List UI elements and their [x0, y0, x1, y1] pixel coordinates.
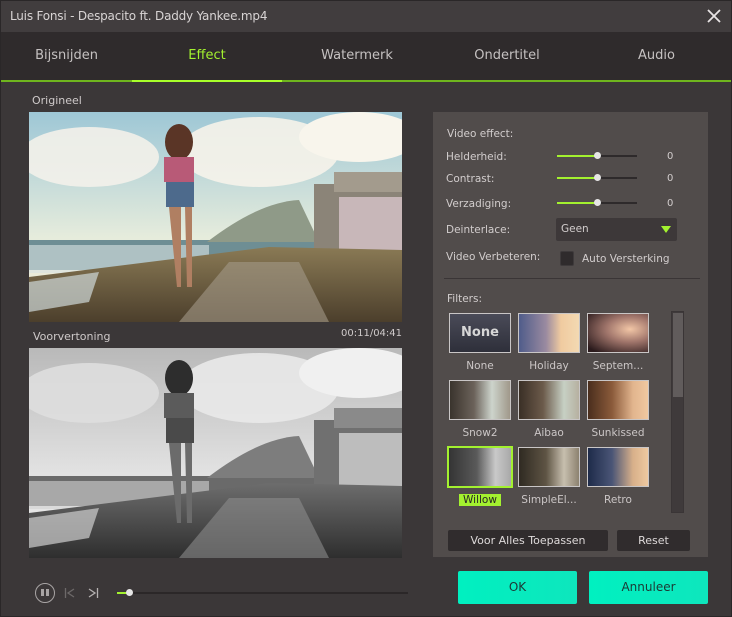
brightness-label: Helderheid:	[446, 151, 507, 163]
filter-september[interactable]	[587, 313, 649, 353]
tab-bar: Bijsnijden Effect Watermerk Ondertitel A…	[1, 32, 731, 82]
filter-none-text: None	[461, 325, 499, 340]
next-frame-icon[interactable]	[87, 586, 99, 600]
tab-watermerk[interactable]: Watermerk	[282, 32, 432, 82]
tab-underline	[1, 80, 731, 82]
title-bar: Luis Fonsi - Despacito ft. Daddy Yankee.…	[1, 1, 731, 32]
active-tab-indicator	[132, 80, 282, 82]
filter-label-selected: Willow	[459, 494, 501, 506]
saturation-label: Verzadiging:	[446, 198, 512, 210]
filters-scrollbar[interactable]	[671, 311, 684, 513]
playback-seek-slider[interactable]	[117, 588, 408, 598]
video-enhance-label: Video Verbeteren:	[446, 251, 541, 263]
contrast-value: 0	[667, 173, 674, 184]
close-icon[interactable]	[705, 7, 723, 25]
filter-label: Retro	[604, 494, 632, 506]
slider-fill	[557, 155, 597, 157]
effect-panel: Video effect: Helderheid: 0 Contrast: 0 …	[433, 112, 708, 557]
preview-frame-image	[29, 348, 402, 558]
filter-none[interactable]: None	[449, 313, 511, 353]
ok-button[interactable]: OK	[458, 571, 577, 604]
contrast-label: Contrast:	[446, 173, 495, 185]
chevron-down-icon	[661, 226, 671, 233]
slider-handle[interactable]	[594, 152, 601, 159]
filter-label: Aibao	[534, 427, 564, 439]
auto-enhance-checkbox[interactable]	[560, 251, 574, 266]
tab-bijsnijden[interactable]: Bijsnijden	[1, 32, 132, 82]
filter-willow[interactable]	[447, 446, 513, 488]
seek-track	[117, 592, 408, 594]
cancel-button[interactable]: Annuleer	[589, 571, 708, 604]
contrast-slider[interactable]	[557, 173, 637, 183]
auto-enhance-label[interactable]: Auto Versterking	[582, 253, 670, 265]
tab-ondertitel[interactable]: Ondertitel	[432, 32, 582, 82]
filter-aibao[interactable]	[518, 380, 580, 420]
brightness-value: 0	[667, 151, 674, 162]
brightness-slider[interactable]	[557, 151, 637, 161]
filter-snow2[interactable]	[449, 380, 511, 420]
previous-frame-icon[interactable]	[64, 586, 76, 600]
filter-label: Snow2	[462, 427, 498, 439]
pause-icon-bar	[41, 589, 44, 596]
preview-video	[29, 348, 402, 558]
deinterlace-selected: Geen	[561, 223, 589, 235]
original-video	[29, 112, 402, 322]
timecode: 00:11/04:41	[341, 328, 403, 339]
scrollbar-thumb[interactable]	[673, 313, 683, 397]
slider-handle[interactable]	[594, 199, 601, 206]
filter-holiday[interactable]	[518, 313, 580, 353]
original-frame-image	[29, 112, 402, 322]
slider-fill	[557, 177, 597, 179]
tab-audio[interactable]: Audio	[582, 32, 731, 82]
pause-button[interactable]	[35, 583, 55, 603]
slider-handle[interactable]	[594, 174, 601, 181]
apply-to-all-button[interactable]: Voor Alles Toepassen	[448, 530, 608, 551]
preview-label: Voorvertoning	[33, 330, 111, 343]
filter-label: Septem...	[592, 360, 644, 372]
pause-icon-bar	[46, 589, 49, 596]
slider-fill	[557, 202, 597, 204]
seek-handle[interactable]	[125, 589, 133, 596]
filter-label: SimpleEl...	[521, 494, 577, 506]
filters-heading: Filters:	[447, 293, 483, 305]
filter-label: Sunkissed	[591, 427, 645, 439]
filter-label: Holiday	[529, 360, 569, 372]
reset-button[interactable]: Reset	[617, 530, 690, 551]
filter-simpleelegant[interactable]	[518, 447, 580, 487]
deinterlace-dropdown[interactable]: Geen	[556, 218, 677, 241]
filter-label: None	[466, 360, 494, 372]
original-label: Origineel	[32, 94, 82, 107]
effect-dialog: Luis Fonsi - Despacito ft. Daddy Yankee.…	[0, 0, 732, 617]
saturation-value: 0	[667, 198, 674, 209]
filter-retro[interactable]	[587, 447, 649, 487]
window-title: Luis Fonsi - Despacito ft. Daddy Yankee.…	[10, 9, 268, 23]
saturation-slider[interactable]	[557, 198, 637, 208]
tab-effect[interactable]: Effect	[132, 32, 282, 82]
video-effect-heading: Video effect:	[447, 128, 514, 140]
deinterlace-label: Deinterlace:	[446, 224, 511, 236]
filter-sunkissed[interactable]	[587, 380, 649, 420]
section-divider	[444, 278, 700, 279]
